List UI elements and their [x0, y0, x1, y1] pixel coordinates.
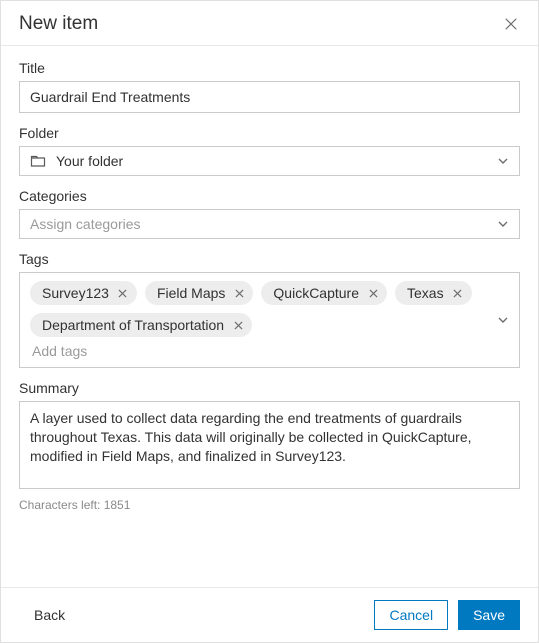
tag-remove-icon[interactable]	[117, 287, 129, 299]
folder-select[interactable]: Your folder	[19, 146, 520, 176]
tag-chip: Survey123	[30, 281, 137, 305]
back-button[interactable]: Back	[19, 600, 80, 630]
folder-icon	[30, 153, 46, 169]
tag-label: Texas	[407, 285, 444, 301]
tag-label: Survey123	[42, 285, 109, 301]
folder-label: Folder	[19, 125, 520, 141]
tag-remove-icon[interactable]	[233, 287, 245, 299]
chevron-down-icon	[497, 314, 509, 326]
dialog-footer: Back Cancel Save	[1, 587, 538, 642]
chevron-down-icon	[497, 218, 509, 230]
save-button[interactable]: Save	[458, 600, 520, 630]
chevron-down-icon	[497, 155, 509, 167]
folder-value: Your folder	[56, 153, 487, 169]
summary-textarea[interactable]	[19, 401, 520, 489]
tag-label: QuickCapture	[273, 285, 359, 301]
tag-label: Field Maps	[157, 285, 225, 301]
tag-remove-icon[interactable]	[232, 319, 244, 331]
categories-label: Categories	[19, 188, 520, 204]
tag-chip: QuickCapture	[261, 281, 387, 305]
tag-label: Department of Transportation	[42, 317, 224, 333]
tags-label: Tags	[19, 251, 520, 267]
dialog-title: New item	[19, 13, 98, 35]
dialog-header: New item	[1, 1, 538, 46]
title-label: Title	[19, 60, 520, 76]
tag-remove-icon[interactable]	[367, 287, 379, 299]
tag-chip: Field Maps	[145, 281, 253, 305]
characters-left: Characters left: 1851	[19, 498, 520, 512]
tag-chip: Department of Transportation	[30, 313, 252, 337]
dialog-body: Title Folder Your folder Categories Assi…	[1, 46, 538, 587]
tags-input-container[interactable]: Survey123 Field Maps QuickCapture Texas Depa…	[19, 272, 520, 368]
title-input[interactable]	[19, 81, 520, 113]
categories-placeholder: Assign categories	[30, 216, 487, 232]
tag-chip: Texas	[395, 281, 472, 305]
add-tags-input[interactable]	[30, 337, 509, 363]
summary-label: Summary	[19, 380, 520, 396]
cancel-button[interactable]: Cancel	[374, 600, 448, 630]
close-button[interactable]	[502, 15, 520, 33]
tag-remove-icon[interactable]	[452, 287, 464, 299]
categories-select[interactable]: Assign categories	[19, 209, 520, 239]
